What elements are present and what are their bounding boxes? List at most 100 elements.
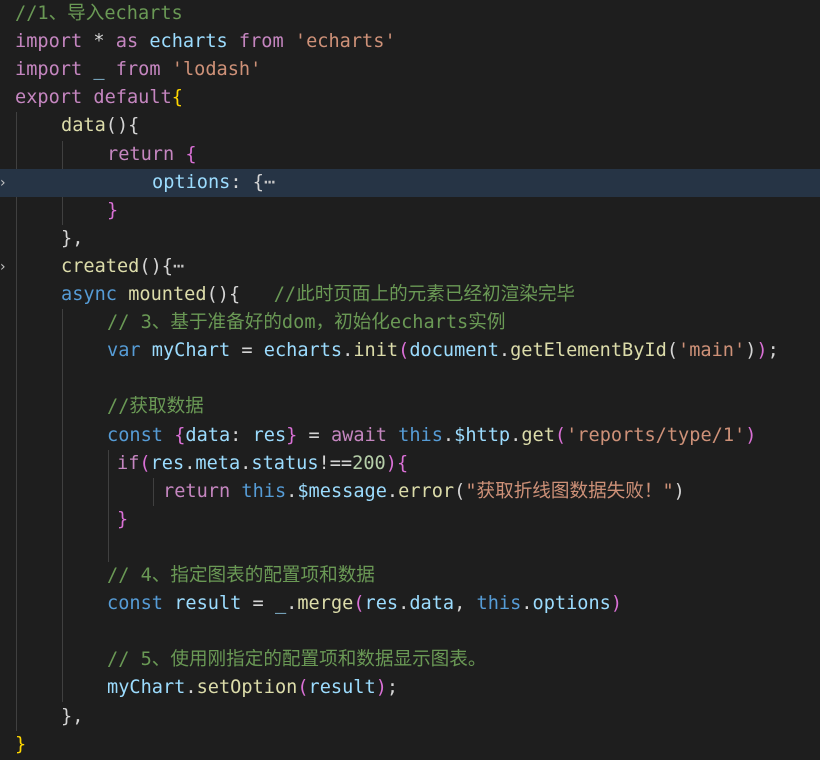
- code-line-2[interactable]: import * as echarts from 'echarts': [0, 28, 820, 56]
- code-line-24[interactable]: // 5、使用刚指定的配置项和数据显示图表。: [0, 646, 820, 674]
- fold-chevron-right-icon[interactable]: ›: [0, 169, 10, 197]
- code-token: export: [15, 87, 83, 109]
- code-text: return this.$message.error("获取折线图数据失败！"): [163, 478, 685, 506]
- code-line-16[interactable]: const {data: res} = await this.$http.get…: [0, 422, 820, 450]
- code-text: // 5、使用刚指定的配置项和数据显示图表。: [107, 646, 486, 674]
- code-token: myChart: [151, 340, 231, 362]
- code-token: (: [297, 677, 309, 699]
- code-token: .: [286, 593, 298, 615]
- code-token: // 5、使用刚指定的配置项和数据显示图表。: [107, 649, 487, 671]
- code-token: 'echarts': [294, 31, 396, 53]
- code-token: }: [117, 508, 129, 530]
- code-text: },: [61, 225, 83, 253]
- code-text: data(){: [61, 112, 139, 140]
- code-token: getElementById: [510, 340, 667, 362]
- code-line-26[interactable]: },: [0, 703, 820, 731]
- code-token: options: [152, 171, 231, 193]
- code-line-25[interactable]: myChart.setOption(result);: [0, 674, 820, 702]
- code-line-1[interactable]: //1、导入echarts: [0, 0, 820, 28]
- code-token: .: [286, 480, 298, 502]
- code-token: (){: [105, 115, 140, 137]
- code-token: echarts: [138, 31, 239, 53]
- code-token: 'reports/type/1': [566, 424, 746, 446]
- code-token: const: [107, 593, 163, 615]
- code-line-27[interactable]: }: [0, 731, 820, 759]
- code-token: =: [297, 424, 331, 446]
- code-token: document: [409, 340, 499, 362]
- code-line-15[interactable]: //获取数据: [0, 393, 820, 421]
- code-token: res: [252, 424, 287, 446]
- code-token: {: [185, 143, 197, 165]
- code-line-3[interactable]: import _ from 'lodash': [0, 56, 820, 84]
- code-token: .: [342, 340, 354, 362]
- code-token: ,: [454, 593, 477, 615]
- code-token: {: [171, 87, 183, 109]
- code-token: _: [274, 593, 287, 615]
- fold-chevron-right-icon[interactable]: ›: [0, 253, 10, 281]
- code-token: },: [61, 705, 84, 727]
- code-token: .: [386, 480, 399, 502]
- code-line-13[interactable]: var myChart = echarts.init(document.getE…: [0, 337, 820, 365]
- code-token: setOption: [196, 677, 298, 699]
- code-text: const {data: res} = await this.$http.get…: [107, 422, 756, 450]
- code-token: =: [230, 340, 264, 362]
- code-token: .: [442, 424, 455, 446]
- code-token: this: [241, 480, 287, 502]
- code-line-20[interactable]: [0, 534, 820, 562]
- code-token: error: [398, 480, 455, 502]
- code-token: data: [61, 115, 106, 137]
- code-line-4[interactable]: export default{: [0, 84, 820, 112]
- code-token: //获取数据: [107, 396, 204, 418]
- code-token: merge: [297, 593, 354, 615]
- code-token: echarts: [263, 340, 343, 362]
- code-line-5[interactable]: data(){: [0, 112, 820, 140]
- code-token: result: [174, 593, 242, 615]
- code-token: mounted: [128, 284, 207, 305]
- code-token: ): [375, 677, 387, 699]
- code-line-12[interactable]: // 3、基于准备好的dom，初始化echarts实例: [0, 309, 820, 337]
- code-token: ;: [386, 677, 399, 699]
- code-token: await: [330, 424, 387, 446]
- code-text: export default{: [15, 84, 183, 112]
- code-line-21[interactable]: // 4、指定图表的配置项和数据: [0, 562, 820, 590]
- code-line-6[interactable]: return {: [0, 141, 820, 169]
- code-line-17[interactable]: if(res.meta.status!==200){: [0, 450, 820, 478]
- code-text: if(res.meta.status!==200){: [117, 450, 408, 478]
- code-line-7[interactable]: › options: {⋯: [0, 168, 820, 197]
- code-token: ;: [767, 340, 779, 362]
- code-token: res: [364, 593, 399, 615]
- code-line-18[interactable]: return this.$message.error("获取折线图数据失败！"): [0, 478, 820, 506]
- code-token: var: [107, 340, 141, 362]
- code-token: .: [240, 452, 252, 474]
- code-text: import _ from 'lodash': [15, 56, 261, 84]
- code-line-11[interactable]: async mounted(){ //此时页面上的元素已经初渲染完毕: [0, 281, 820, 309]
- code-line-9[interactable]: },: [0, 225, 820, 253]
- code-token: async: [61, 284, 117, 305]
- code-line-22[interactable]: const result = _.merge(res.data, this.op…: [0, 590, 820, 618]
- code-line-14[interactable]: [0, 365, 820, 393]
- folded-ellipsis[interactable]: ⋯: [173, 256, 184, 277]
- code-editor[interactable]: //1、导入echarts import * as echarts from 'e…: [0, 0, 820, 760]
- code-token: data: [409, 593, 455, 615]
- code-text: created(){⋯: [61, 253, 184, 281]
- code-token: (){: [206, 284, 274, 305]
- code-token: import: [15, 59, 83, 81]
- code-token: =: [241, 593, 275, 615]
- code-token: myChart: [107, 677, 186, 699]
- code-token: init: [353, 340, 399, 362]
- code-text: async mounted(){ //此时页面上的元素已经初渲染完毕: [61, 281, 575, 309]
- code-line-23[interactable]: [0, 618, 820, 646]
- code-text: },: [61, 703, 83, 731]
- code-token: result: [308, 677, 376, 699]
- code-token: .: [184, 452, 196, 474]
- folded-ellipsis[interactable]: ⋯: [264, 172, 275, 193]
- code-line-10[interactable]: › created(){⋯: [0, 253, 820, 281]
- code-token: const: [107, 424, 163, 446]
- code-line-8[interactable]: }: [0, 197, 820, 225]
- code-line-19[interactable]: }: [0, 506, 820, 534]
